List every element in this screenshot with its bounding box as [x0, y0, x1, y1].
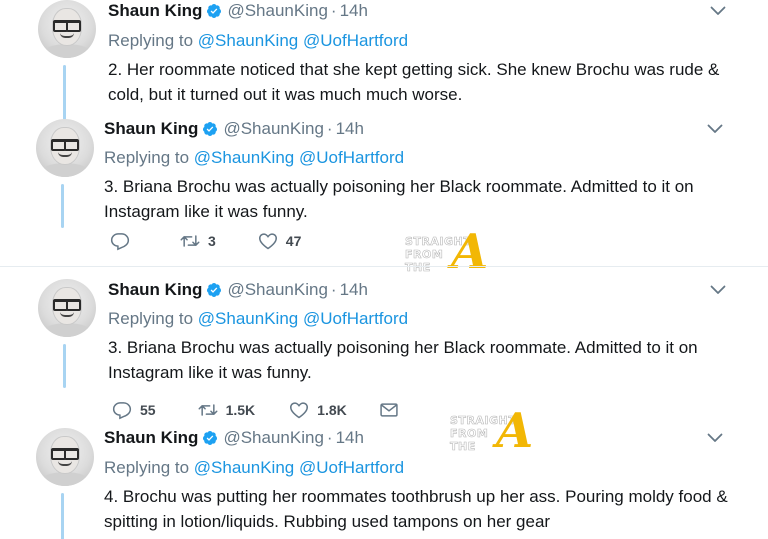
like-count: 47: [285, 233, 302, 249]
tweet-4[interactable]: Shaun King @ShaunKing · 14h Replying to …: [0, 407, 768, 539]
timestamp[interactable]: 14h: [336, 119, 364, 139]
mention-link[interactable]: @UofHartford: [299, 458, 404, 477]
like-button[interactable]: 1.8K: [289, 400, 347, 420]
thread-connector-line: [63, 65, 66, 120]
heart-icon: [258, 231, 278, 251]
mention-link[interactable]: @ShaunKing: [198, 309, 298, 328]
replying-to-label: Replying to: [104, 148, 190, 167]
author-name[interactable]: Shaun King: [104, 119, 198, 139]
avatar[interactable]: [36, 428, 94, 486]
timestamp[interactable]: 14h: [340, 280, 368, 300]
avatar[interactable]: [38, 279, 96, 337]
replying-to-label: Replying to: [108, 309, 194, 328]
tweet-text: 3. Briana Brochu was actually poisoning …: [108, 338, 698, 382]
author-handle[interactable]: @ShaunKing: [227, 280, 327, 300]
mention-link[interactable]: @ShaunKing: [194, 148, 294, 167]
avatar[interactable]: [36, 119, 94, 177]
thread-connector-line: [63, 344, 66, 388]
author-handle[interactable]: @ShaunKing: [227, 1, 327, 21]
verified-badge-icon: [202, 430, 218, 446]
chevron-down-icon[interactable]: [707, 124, 723, 134]
retweet-icon: [180, 231, 200, 251]
retweet-count: 3: [208, 233, 216, 249]
separator-dot: ·: [326, 428, 333, 447]
separator-dot: ·: [330, 280, 337, 299]
heart-icon: [289, 400, 309, 420]
direct-message-button[interactable]: [379, 400, 399, 420]
timestamp[interactable]: 14h: [336, 428, 364, 448]
action-bar: 55 1.5K 1.8K: [112, 400, 441, 420]
mention-link[interactable]: @UofHartford: [299, 148, 404, 167]
reply-icon: [110, 231, 130, 251]
retweet-button[interactable]: 3: [180, 231, 216, 251]
tweet-text: 4. Brochu was putting her roommates toot…: [104, 487, 728, 531]
tweet-1[interactable]: Shaun King @ShaunKing · 14h Replying to …: [0, 0, 768, 120]
verified-badge-icon: [206, 3, 222, 19]
timestamp[interactable]: 14h: [340, 1, 368, 21]
author-name[interactable]: Shaun King: [104, 428, 198, 448]
verified-badge-icon: [202, 121, 218, 137]
tweet-text: 3. Briana Brochu was actually poisoning …: [104, 177, 694, 221]
author-name[interactable]: Shaun King: [108, 280, 202, 300]
thread-connector-line: [61, 184, 64, 228]
reply-icon: [112, 400, 132, 420]
avatar[interactable]: [38, 0, 96, 58]
verified-badge-icon: [206, 282, 222, 298]
action-bar: 3 47: [110, 231, 343, 251]
mention-link[interactable]: @UofHartford: [303, 31, 408, 50]
replying-to-line: Replying to @ShaunKing @UofHartford: [108, 309, 408, 329]
tweet-2[interactable]: Shaun King @ShaunKing · 14h Replying to …: [0, 118, 768, 276]
author-name[interactable]: Shaun King: [108, 1, 202, 21]
tweet-text: 2. Her roommate noticed that she kept ge…: [108, 60, 720, 104]
replying-to-line: Replying to @ShaunKing @UofHartford: [104, 148, 404, 168]
tweet-3[interactable]: Shaun King @ShaunKing · 14h Replying to …: [0, 279, 768, 427]
retweet-button[interactable]: 1.5K: [198, 400, 256, 420]
mention-link[interactable]: @UofHartford: [303, 309, 408, 328]
separator-dot: ·: [330, 1, 337, 20]
mention-link[interactable]: @ShaunKing: [194, 458, 294, 477]
reply-button[interactable]: 55: [112, 400, 156, 420]
author-handle[interactable]: @ShaunKing: [223, 428, 323, 448]
replying-to-label: Replying to: [108, 31, 194, 50]
separator-dot: ·: [326, 119, 333, 138]
reply-button[interactable]: [110, 231, 130, 251]
author-handle[interactable]: @ShaunKing: [223, 119, 323, 139]
chevron-down-icon[interactable]: [710, 6, 726, 16]
chevron-down-icon[interactable]: [710, 285, 726, 295]
replying-to-line: Replying to @ShaunKing @UofHartford: [104, 458, 404, 478]
thread-connector-line: [61, 493, 64, 539]
mention-link[interactable]: @ShaunKing: [198, 31, 298, 50]
replying-to-label: Replying to: [104, 458, 190, 477]
like-button[interactable]: 47: [258, 231, 302, 251]
retweet-count: 1.5K: [225, 402, 256, 418]
retweet-icon: [198, 400, 218, 420]
watermark-logo: STRAIGHT FROM THE A: [450, 403, 534, 459]
mail-icon: [379, 400, 399, 420]
replying-to-line: Replying to @ShaunKing @UofHartford: [108, 31, 408, 51]
like-count: 1.8K: [317, 402, 347, 418]
chevron-down-icon[interactable]: [707, 433, 723, 443]
reply-count: 55: [140, 402, 156, 418]
tweet-divider: [0, 266, 768, 267]
